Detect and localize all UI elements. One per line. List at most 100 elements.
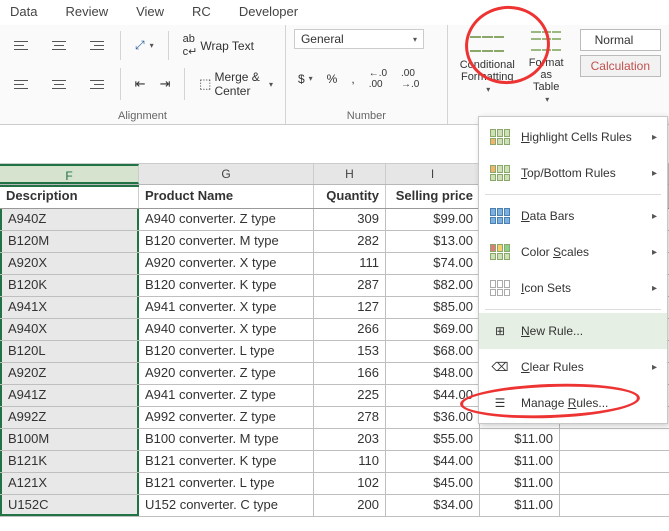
cell-quantity[interactable]: 127 <box>314 297 386 318</box>
cell-description[interactable]: B120M <box>0 231 139 252</box>
currency-button[interactable]: $▾ <box>294 70 317 88</box>
cell-quantity[interactable]: 166 <box>314 363 386 384</box>
menu-icon-sets[interactable]: Icon Sets ▸ <box>479 270 667 306</box>
menu-clear-rules[interactable]: ⌫ Clear Rules ▸ <box>479 349 667 385</box>
tab-developer[interactable]: Developer <box>239 4 298 19</box>
cell-quantity[interactable]: 278 <box>314 407 386 428</box>
header-description[interactable]: Description <box>0 185 139 208</box>
cell-quantity[interactable]: 287 <box>314 275 386 296</box>
cell-price[interactable]: $44.00 <box>386 385 480 406</box>
cell-product[interactable]: B121 converter. L type <box>139 473 314 494</box>
conditional-formatting-button[interactable]: ConditionalFormatting ▾ <box>456 29 519 97</box>
cell-description[interactable]: B121K <box>0 451 139 472</box>
cell-product[interactable]: A940 converter. Z type <box>139 209 314 230</box>
cell-description[interactable]: A992Z <box>0 407 139 428</box>
cell-description[interactable]: B120L <box>0 341 139 362</box>
col-header-H[interactable]: H <box>314 164 386 184</box>
decrease-indent-button[interactable]: ⇤ <box>131 74 150 94</box>
comma-button[interactable]: , <box>347 70 358 88</box>
cell-price[interactable]: $48.00 <box>386 363 480 384</box>
merge-center-button[interactable]: ⬚ Merge & Center ▾ <box>195 68 277 100</box>
cell-product[interactable]: B120 converter. K type <box>139 275 314 296</box>
cell-product[interactable]: B121 converter. K type <box>139 451 314 472</box>
increase-indent-button[interactable]: ⇥ <box>156 74 175 94</box>
align-middle-button[interactable] <box>44 35 74 57</box>
cell-description[interactable]: A121X <box>0 473 139 494</box>
cell-quantity[interactable]: 309 <box>314 209 386 230</box>
cell-product[interactable]: B120 converter. M type <box>139 231 314 252</box>
cell-quantity[interactable]: 200 <box>314 495 386 516</box>
cell-quantity[interactable]: 102 <box>314 473 386 494</box>
cell-description[interactable]: A920X <box>0 253 139 274</box>
cell-product[interactable]: A992 converter. Z type <box>139 407 314 428</box>
cell-price[interactable]: $74.00 <box>386 253 480 274</box>
cell-quantity[interactable]: 110 <box>314 451 386 472</box>
cell-product[interactable]: A940 converter. X type <box>139 319 314 340</box>
cell-extra[interactable]: $11.00 <box>480 473 560 494</box>
menu-new-rule[interactable]: ⊞ New Rule... <box>479 313 667 349</box>
menu-manage-rules[interactable]: ☰ Manage Rules... <box>479 385 667 421</box>
cell-description[interactable]: A920Z <box>0 363 139 384</box>
align-center-button[interactable] <box>44 73 74 95</box>
cell-quantity[interactable]: 203 <box>314 429 386 450</box>
cell-description[interactable]: B120K <box>0 275 139 296</box>
cell-price[interactable]: $34.00 <box>386 495 480 516</box>
cell-price[interactable]: $82.00 <box>386 275 480 296</box>
align-bottom-button[interactable] <box>80 35 110 57</box>
tab-data[interactable]: Data <box>10 4 37 19</box>
align-top-button[interactable] <box>8 35 38 57</box>
cell-price[interactable]: $45.00 <box>386 473 480 494</box>
cell-price[interactable]: $13.00 <box>386 231 480 252</box>
tab-review[interactable]: Review <box>65 4 108 19</box>
cell-price[interactable]: $68.00 <box>386 341 480 362</box>
cell-description[interactable]: B100M <box>0 429 139 450</box>
number-format-dropdown[interactable]: General▾ <box>294 29 424 49</box>
cell-product[interactable]: U152 converter. C type <box>139 495 314 516</box>
align-right-button[interactable] <box>80 73 110 95</box>
cell-extra[interactable]: $11.00 <box>480 451 560 472</box>
orientation-button[interactable]: ⤢▾ <box>131 36 158 55</box>
menu-highlight-cells[interactable]: Highlight Cells Rules ▸ <box>479 119 667 155</box>
cell-extra[interactable]: $11.00 <box>480 429 560 450</box>
cell-quantity[interactable]: 111 <box>314 253 386 274</box>
cell-quantity[interactable]: 266 <box>314 319 386 340</box>
cell-style-calculation[interactable]: Calculation <box>580 55 661 77</box>
header-product[interactable]: Product Name <box>139 185 314 208</box>
header-quantity[interactable]: Quantity <box>314 185 386 208</box>
menu-data-bars[interactable]: Data Bars ▸ <box>479 198 667 234</box>
cell-price[interactable]: $85.00 <box>386 297 480 318</box>
cell-description[interactable]: A940X <box>0 319 139 340</box>
format-as-table-button[interactable]: Format asTable ▾ <box>525 29 568 107</box>
cell-extra[interactable]: $11.00 <box>480 495 560 516</box>
cell-product[interactable]: A941 converter. Z type <box>139 385 314 406</box>
cell-quantity[interactable]: 153 <box>314 341 386 362</box>
cell-quantity[interactable]: 225 <box>314 385 386 406</box>
cell-product[interactable]: A920 converter. X type <box>139 253 314 274</box>
menu-color-scales[interactable]: Color Scales ▸ <box>479 234 667 270</box>
cell-price[interactable]: $55.00 <box>386 429 480 450</box>
tab-rc[interactable]: RC <box>192 4 211 19</box>
table-row[interactable]: A121XB121 converter. L type102$45.00$11.… <box>0 473 669 495</box>
cell-style-normal[interactable]: Normal <box>580 29 661 51</box>
table-row[interactable]: U152CU152 converter. C type200$34.00$11.… <box>0 495 669 517</box>
cell-description[interactable]: U152C <box>0 495 139 516</box>
menu-top-bottom[interactable]: Top/Bottom Rules ▸ <box>479 155 667 191</box>
cell-description[interactable]: A941X <box>0 297 139 318</box>
col-header-F[interactable]: F <box>0 164 139 184</box>
cell-description[interactable]: A941Z <box>0 385 139 406</box>
increase-decimal-button[interactable]: ←.0.00 <box>365 66 391 92</box>
cell-price[interactable]: $99.00 <box>386 209 480 230</box>
cell-product[interactable]: A920 converter. Z type <box>139 363 314 384</box>
cell-product[interactable]: B120 converter. L type <box>139 341 314 362</box>
cell-product[interactable]: B100 converter. M type <box>139 429 314 450</box>
cell-description[interactable]: A940Z <box>0 209 139 230</box>
col-header-I[interactable]: I <box>386 164 480 184</box>
table-row[interactable]: B100MB100 converter. M type203$55.00$11.… <box>0 429 669 451</box>
tab-view[interactable]: View <box>136 4 164 19</box>
decrease-decimal-button[interactable]: .00→.0 <box>397 66 423 92</box>
cell-price[interactable]: $44.00 <box>386 451 480 472</box>
cell-product[interactable]: A941 converter. X type <box>139 297 314 318</box>
table-row[interactable]: B121KB121 converter. K type110$44.00$11.… <box>0 451 669 473</box>
cell-price[interactable]: $69.00 <box>386 319 480 340</box>
wrap-text-button[interactable]: abc↵ Wrap Text <box>179 31 258 60</box>
